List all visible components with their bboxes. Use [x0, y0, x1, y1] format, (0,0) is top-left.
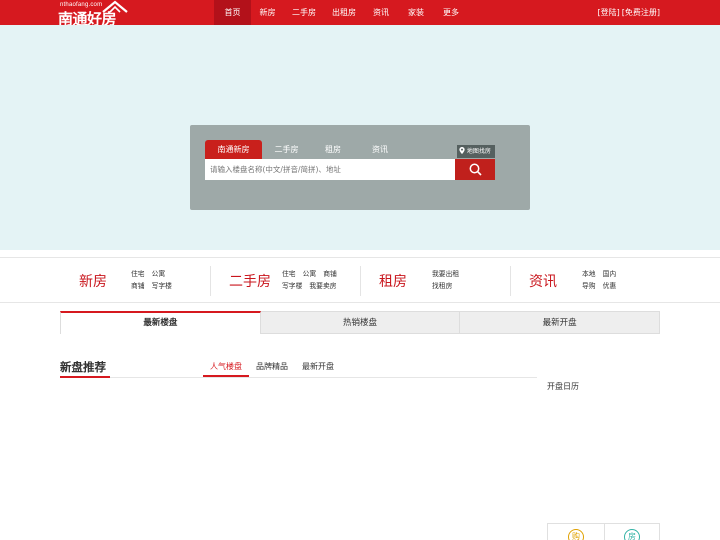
divider [510, 266, 511, 296]
nav-new-house[interactable]: 新房 [251, 0, 284, 25]
category-links: 住宅 公寓 商铺 写字楼 我要卖房 [282, 268, 344, 292]
search-tabs: 南通新房 二手房 租房 资讯 [205, 140, 405, 159]
tab-latest-opening[interactable]: 最新开盘 [295, 361, 341, 377]
section-title-underline [60, 376, 110, 378]
category-link[interactable]: 优惠 [603, 282, 617, 290]
divider [210, 266, 211, 296]
opening-calendar-title[interactable]: 开盘日历 [547, 381, 579, 392]
top-nav-bar: nthaofang.com 南通好房 首页 新房 二手房 出租房 资讯 家装 更… [0, 0, 720, 28]
category-links: 住宅 公寓 商铺 写字楼 [131, 268, 179, 292]
section-title: 新盘推荐 [60, 360, 106, 374]
category-links: 我要出租 找租房 [432, 268, 466, 292]
user-links: [登陆] [免费注册] [596, 0, 661, 25]
tab-hot-listings[interactable]: 热销楼盘 [260, 311, 461, 334]
search-button[interactable] [455, 159, 495, 180]
nav-second-hand[interactable]: 二手房 [284, 0, 324, 25]
search-tab-second-hand[interactable]: 二手房 [262, 140, 311, 159]
nav-news[interactable]: 资讯 [364, 0, 398, 25]
category-link[interactable]: 我要出租 [432, 270, 459, 278]
category-title[interactable]: 新房 [79, 271, 107, 291]
category-link[interactable]: 写字楼 [152, 282, 172, 290]
quick-links-box: 购 房 [547, 523, 660, 540]
map-pin-icon [459, 147, 465, 154]
category-link[interactable]: 商铺 [131, 282, 145, 290]
category-strip: 新房 住宅 公寓 商铺 写字楼 二手房 住宅 公寓 商铺 写字楼 我要卖房 租房 我要出租… [0, 257, 720, 303]
map-search-label: 地图找房 [466, 148, 491, 155]
category-link[interactable]: 本地 [582, 270, 596, 278]
category-link[interactable]: 住宅 [131, 270, 145, 278]
tab-brand-premium[interactable]: 品牌精品 [249, 361, 295, 377]
recommend-tabs: 人气楼盘 品牌精品 最新开盘 [203, 361, 341, 377]
nav-home[interactable]: 首页 [214, 0, 251, 25]
category-link[interactable]: 写字楼 [282, 282, 302, 290]
map-search-link[interactable]: 地图找房 [457, 145, 495, 158]
nav-decoration[interactable]: 家装 [398, 0, 434, 25]
house-roof-icon [102, 0, 128, 13]
login-link[interactable]: [登陆] [598, 8, 620, 17]
tab-new-openings[interactable]: 最新开盘 [460, 311, 661, 334]
search-tab-new-house[interactable]: 南通新房 [205, 140, 262, 159]
buy-icon[interactable]: 购 [568, 529, 584, 540]
category-title[interactable]: 租房 [379, 271, 407, 291]
divider [604, 524, 605, 540]
category-link[interactable]: 我要卖房 [309, 282, 336, 290]
search-tab-rent[interactable]: 租房 [311, 140, 355, 159]
nav-rental[interactable]: 出租房 [324, 0, 364, 25]
search-input[interactable] [205, 159, 455, 180]
category-link[interactable]: 导购 [582, 282, 596, 290]
search-panel: 南通新房 二手房 租房 资讯 地图找房 [190, 125, 530, 210]
search-tab-news[interactable]: 资讯 [355, 140, 405, 159]
tab-popular[interactable]: 人气楼盘 [203, 361, 249, 377]
category-title[interactable]: 二手房 [229, 271, 271, 291]
divider [110, 377, 537, 378]
listing-tabs: 最新楼盘 热销楼盘 最新开盘 [60, 311, 661, 334]
divider [360, 266, 361, 296]
category-link[interactable]: 住宅 [282, 270, 296, 278]
site-logo[interactable]: nthaofang.com 南通好房 [58, 0, 128, 28]
category-title[interactable]: 资讯 [529, 271, 557, 291]
category-links: 本地 国内 导购 优惠 [582, 268, 623, 292]
banner: 南通新房 二手房 租房 资讯 地图找房 [0, 25, 720, 250]
category-link[interactable]: 商铺 [323, 270, 337, 278]
category-link[interactable]: 国内 [603, 270, 617, 278]
nav-more[interactable]: 更多 [434, 0, 468, 25]
category-link[interactable]: 公寓 [303, 270, 317, 278]
house-icon[interactable]: 房 [624, 529, 640, 540]
main-nav: 首页 新房 二手房 出租房 资讯 家装 更多 [214, 0, 468, 25]
category-link[interactable]: 公寓 [152, 270, 166, 278]
category-link[interactable]: 找租房 [432, 282, 452, 290]
tab-latest-listings[interactable]: 最新楼盘 [60, 311, 261, 334]
search-icon [469, 163, 482, 176]
register-link[interactable]: [免费注册] [622, 8, 660, 17]
